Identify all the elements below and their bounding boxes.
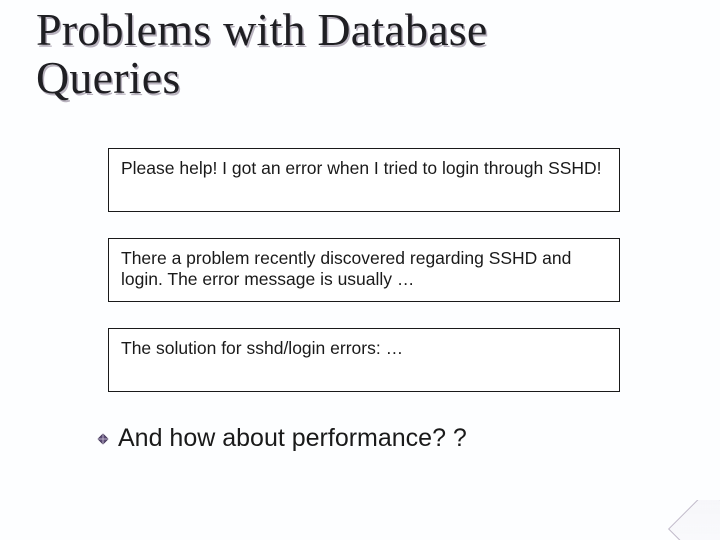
diamond-bullet-icon [96, 432, 110, 446]
example-box: The solution for sshd/login errors: … [108, 328, 620, 392]
corner-ornament-icon [666, 500, 720, 540]
bullet-row: And how about performance? ? [96, 424, 680, 453]
bullet-text: And how about performance? ? [118, 424, 467, 453]
example-box-text: There a problem recently discovered rega… [121, 248, 607, 291]
example-box-text: The solution for sshd/login errors: … [121, 338, 403, 359]
slide-title: Problems with Database Queries Problems … [36, 6, 680, 103]
example-box-text: Please help! I got an error when I tried… [121, 158, 602, 179]
example-box: Please help! I got an error when I tried… [108, 148, 620, 212]
slide: Problems with Database Queries Problems … [0, 0, 720, 540]
example-box: There a problem recently discovered rega… [108, 238, 620, 302]
example-boxes: Please help! I got an error when I tried… [108, 148, 620, 418]
